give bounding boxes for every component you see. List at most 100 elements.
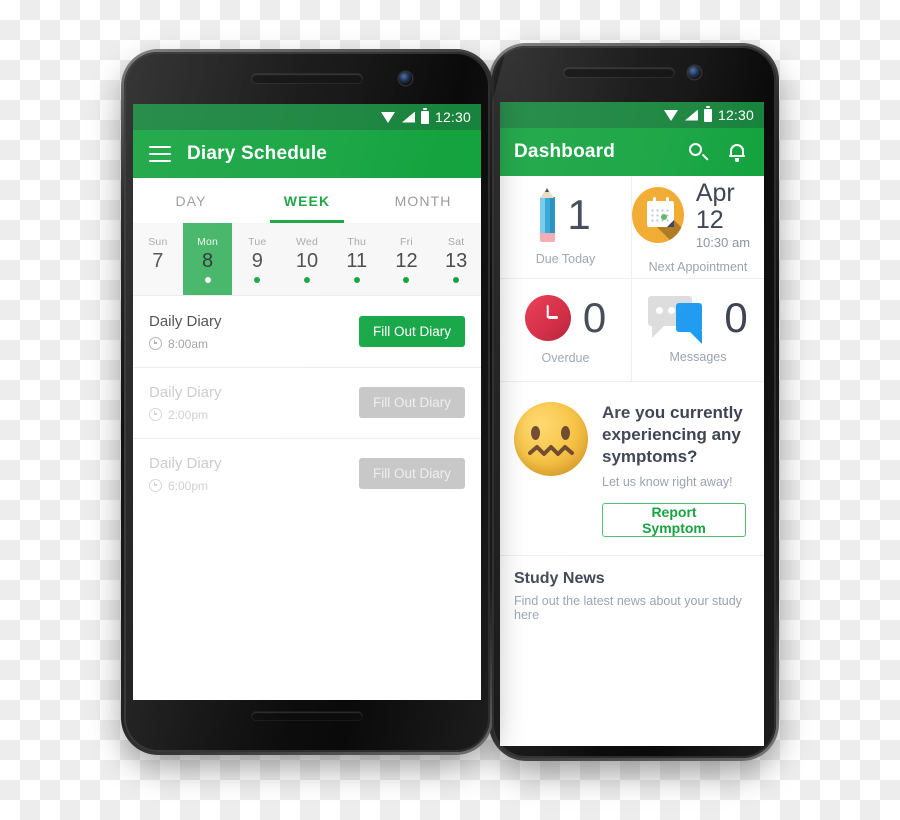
week-day-dot bbox=[204, 276, 211, 283]
dashboard-cards: 1 Due Today Apr 12 10:30 am Next Appoint… bbox=[500, 176, 764, 382]
card-messages[interactable]: 0 Messages bbox=[632, 279, 764, 382]
clock-icon bbox=[149, 337, 162, 350]
card-overdue[interactable]: 0 Overdue bbox=[500, 279, 632, 382]
week-day-number: 10 bbox=[295, 249, 319, 272]
week-day-number: 7 bbox=[152, 249, 164, 272]
right-phone-earpiece bbox=[564, 68, 674, 77]
card-due-today[interactable]: 1 Due Today bbox=[500, 176, 632, 279]
card-next-appointment-row: Apr 12 10:30 am bbox=[632, 180, 764, 250]
card-due-today-row: 1 bbox=[540, 188, 591, 242]
week-day-mon[interactable]: Mon 8 bbox=[182, 223, 233, 295]
week-day-fri[interactable]: Fri 12 bbox=[382, 223, 432, 295]
diary-time: 2:00pm bbox=[149, 408, 222, 422]
diary-time-text: 6:00pm bbox=[168, 478, 209, 493]
pencil-icon bbox=[540, 188, 556, 242]
right-phone-screen: 12:30 Dashboard 1 Due Today Apr 12 10:30… bbox=[500, 102, 764, 746]
card-overdue-label: Overdue bbox=[541, 351, 590, 365]
diary-row: Daily Diary 8:00am Fill Out Diary bbox=[133, 296, 481, 367]
week-day-wed[interactable]: Wed 10 bbox=[282, 223, 332, 295]
week-day-dot bbox=[453, 276, 460, 283]
diary-title: Daily Diary bbox=[149, 454, 222, 472]
week-day-dot bbox=[304, 276, 311, 283]
search-icon[interactable] bbox=[689, 142, 708, 162]
week-day-dot bbox=[155, 277, 161, 283]
week-day-tue[interactable]: Tue 9 bbox=[232, 223, 282, 295]
week-day-name: Sat bbox=[447, 235, 465, 248]
card-overdue-row: 0 bbox=[524, 295, 606, 341]
tab-day[interactable]: DAY bbox=[133, 178, 249, 223]
diary-time: 8:00am bbox=[149, 337, 222, 351]
week-day-name: Mon bbox=[197, 235, 219, 248]
week-day-number: 13 bbox=[445, 249, 468, 272]
study-news-block[interactable]: Study News Find out the latest news abou… bbox=[500, 555, 764, 623]
card-due-today-label: Due Today bbox=[535, 252, 596, 266]
week-day-number: 9 bbox=[251, 249, 263, 272]
card-next-appointment-text: Apr 12 10:30 am bbox=[696, 180, 764, 250]
right-phone-frame: 12:30 Dashboard 1 Due Today Apr 12 10:30… bbox=[489, 43, 779, 761]
diary-row-info: Daily Diary 2:00pm bbox=[149, 384, 222, 422]
symptom-subtitle: Let us know right away! bbox=[602, 475, 733, 490]
week-day-number: 11 bbox=[346, 249, 368, 272]
card-messages-value: 0 bbox=[724, 294, 748, 341]
week-day-name: Wed bbox=[296, 235, 319, 248]
page-title: Diary Schedule bbox=[187, 143, 328, 164]
mockup-stage: 12:30 Dashboard 1 Due Today Apr 12 10:30… bbox=[0, 0, 900, 820]
hamburger-menu-icon[interactable] bbox=[149, 146, 171, 162]
card-next-appointment-label: Next Appointment bbox=[648, 259, 748, 274]
week-day-sat[interactable]: Sat 13 bbox=[431, 223, 481, 295]
fill-out-diary-button: Fill Out Diary bbox=[358, 458, 465, 489]
clock-icon bbox=[149, 408, 162, 421]
study-news-subtitle: Find out the latest news about your stud… bbox=[514, 594, 742, 623]
week-day-dot bbox=[254, 276, 261, 283]
week-day-name: Sun bbox=[148, 235, 168, 248]
week-day-dot bbox=[403, 276, 410, 283]
diary-title: Daily Diary bbox=[149, 383, 222, 401]
diary-row: Daily Diary 6:00pm Fill Out Diary bbox=[133, 438, 481, 509]
alarm-icon bbox=[524, 295, 571, 341]
calendar-icon bbox=[632, 187, 684, 243]
diary-time: 6:00pm bbox=[149, 479, 222, 493]
symptom-text: Are you currently experiencing any sympt… bbox=[602, 402, 746, 538]
wifi-icon bbox=[663, 109, 679, 121]
week-day-number: 12 bbox=[395, 249, 418, 272]
status-bar-time: 12:30 bbox=[717, 107, 754, 123]
report-symptom-button[interactable]: Report Symptom bbox=[602, 503, 746, 538]
battery-icon bbox=[420, 108, 429, 124]
diary-time-text: 2:00pm bbox=[168, 407, 209, 422]
diary-row: Daily Diary 2:00pm Fill Out Diary bbox=[133, 367, 481, 438]
card-next-appointment-value: Apr 12 bbox=[695, 179, 735, 234]
wifi-icon bbox=[380, 111, 396, 123]
status-bar-time: 12:30 bbox=[434, 109, 471, 125]
left-phone-earpiece bbox=[252, 74, 362, 83]
symptom-block: Are you currently experiencing any sympt… bbox=[500, 382, 764, 556]
battery-icon bbox=[703, 106, 712, 122]
chat-icon bbox=[648, 296, 712, 344]
week-day-dot bbox=[353, 276, 360, 283]
week-day-name: Fri bbox=[400, 235, 413, 248]
week-day-sun[interactable]: Sun 7 bbox=[133, 223, 183, 295]
view-tabs: DAY WEEK MONTH bbox=[133, 178, 481, 223]
card-due-today-value: 1 bbox=[567, 191, 591, 238]
symptom-question: Are you currently experiencing any sympt… bbox=[602, 403, 743, 467]
fill-out-diary-button[interactable]: Fill Out Diary bbox=[358, 316, 465, 347]
app-bar-actions bbox=[689, 142, 764, 162]
page-title: Dashboard bbox=[514, 141, 616, 162]
card-next-appointment[interactable]: Apr 12 10:30 am Next Appointment bbox=[632, 176, 764, 279]
left-phone-frame: 12:30 Diary Schedule DAY WEEK MONTH Sun … bbox=[121, 49, 493, 755]
notification-bell-icon[interactable] bbox=[728, 142, 746, 162]
diary-row-info: Daily Diary 8:00am bbox=[149, 313, 222, 351]
right-status-bar: 12:30 bbox=[500, 102, 764, 128]
signal-icon bbox=[401, 111, 415, 123]
week-day-thu[interactable]: Thu 11 bbox=[332, 223, 382, 295]
confounded-face-icon bbox=[514, 402, 588, 476]
emoji-mouth bbox=[528, 445, 574, 456]
left-phone-bottom-speaker bbox=[252, 712, 362, 720]
right-app-bar: Dashboard bbox=[500, 128, 764, 176]
card-messages-label: Messages bbox=[669, 350, 727, 364]
tab-month[interactable]: MONTH bbox=[365, 178, 481, 223]
left-app-bar: Diary Schedule bbox=[133, 130, 481, 178]
week-day-name: Tue bbox=[248, 235, 267, 248]
clock-icon bbox=[149, 479, 162, 492]
tab-week[interactable]: WEEK bbox=[249, 178, 365, 223]
diary-time-text: 8:00am bbox=[168, 336, 209, 351]
